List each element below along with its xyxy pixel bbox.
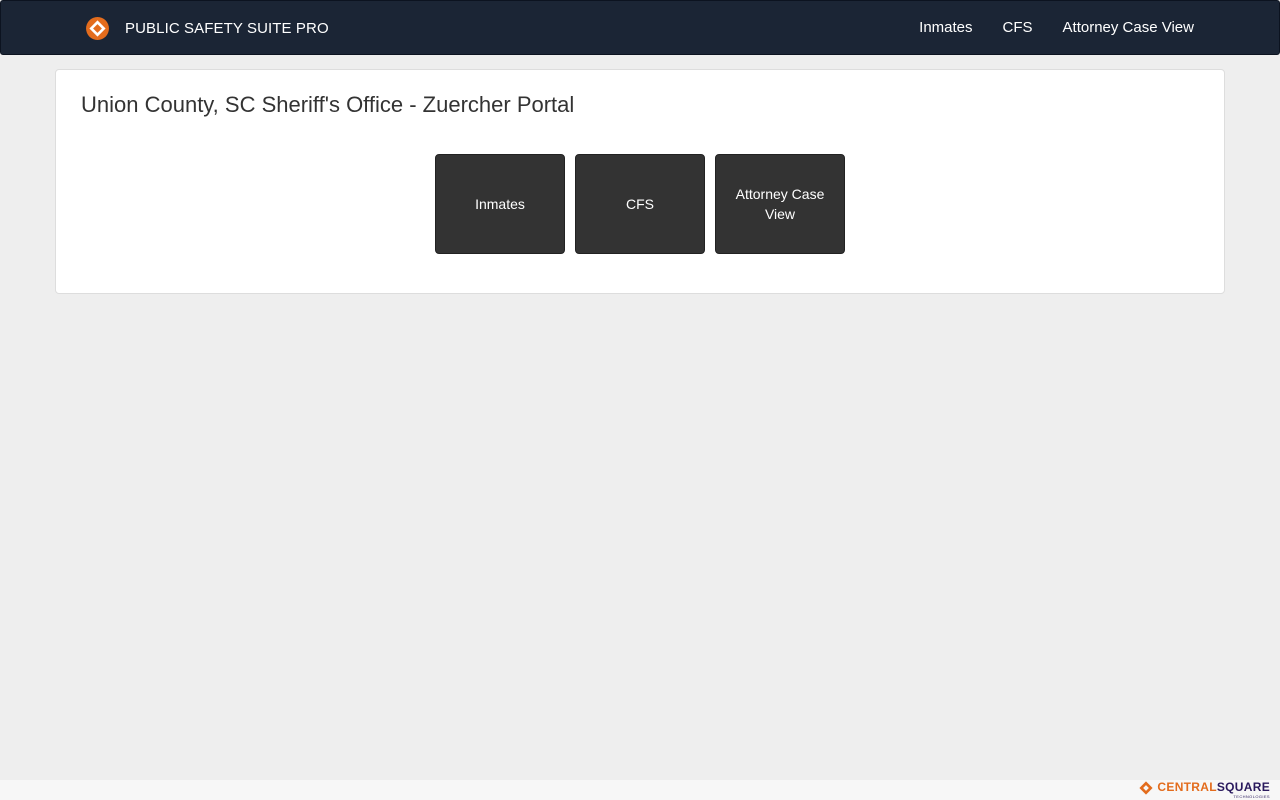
nav-link-cfs[interactable]: CFS [1003, 19, 1033, 36]
portal-panel: Union County, SC Sheriff's Office - Zuer… [55, 69, 1225, 294]
footer-logo-word-central: CENTRAL [1157, 780, 1217, 794]
tile-label: Inmates [475, 196, 525, 212]
footer-logo-text: CENTRALSQUARE TECHNOLOGIES [1157, 780, 1270, 799]
tile-group: Inmates CFS Attorney Case View [435, 154, 845, 254]
brand-title: PUBLIC SAFETY SUITE PRO [125, 19, 329, 37]
centralsquare-footer-icon [1139, 781, 1154, 795]
footer-logo-word-square: SQUARE [1216, 780, 1270, 794]
tile-cfs[interactable]: CFS [575, 154, 705, 254]
centralsquare-logo-icon [86, 16, 109, 40]
top-navbar: PUBLIC SAFETY SUITE PRO Inmates CFS Atto… [0, 0, 1280, 55]
footer-logo: CENTRALSQUARE TECHNOLOGIES [1139, 780, 1270, 800]
nav-link-inmates[interactable]: Inmates [919, 19, 972, 36]
tile-attorney-case-view[interactable]: Attorney Case View [715, 154, 845, 254]
footer: CENTRALSQUARE TECHNOLOGIES [0, 780, 1280, 800]
nav-links: Inmates CFS Attorney Case View [919, 1, 1194, 54]
footer-logo-subtitle: TECHNOLOGIES [1233, 794, 1270, 799]
tile-label: Attorney Case View [735, 186, 825, 222]
page-title: Union County, SC Sheriff's Office - Zuer… [81, 92, 575, 117]
tile-label: CFS [626, 196, 654, 212]
nav-link-attorney-case-view[interactable]: Attorney Case View [1063, 19, 1194, 36]
tile-inmates[interactable]: Inmates [435, 154, 565, 254]
footer-logo-wordmark: CENTRALSQUARE [1157, 781, 1270, 793]
brand[interactable]: PUBLIC SAFETY SUITE PRO [85, 15, 329, 41]
